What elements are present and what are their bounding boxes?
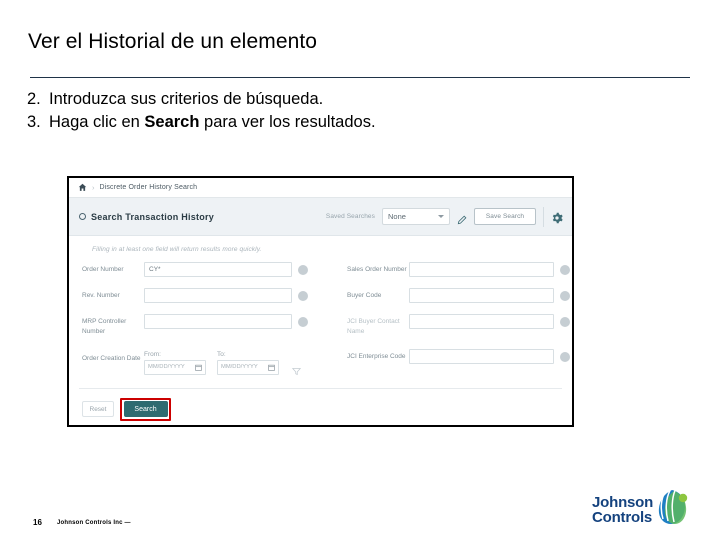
field-order-creation-date: Order Creation Date From: To: MM/DD/YYYY xyxy=(82,351,341,375)
app-screenshot: › Discrete Order History Search Search T… xyxy=(67,176,574,427)
date-range-inputs: MM/DD/YYYY MM/DD/YYYY xyxy=(144,359,302,375)
field-label: Order Number xyxy=(82,266,124,273)
list-item: 3. Haga clic en Search para ver los resu… xyxy=(27,111,487,134)
field-mrp-controller-number: MRP Controller Number xyxy=(82,314,341,337)
form-actions: Reset Search xyxy=(69,389,572,421)
field-picker-icon[interactable] xyxy=(560,265,570,275)
jci-buyer-contact-name-input[interactable] xyxy=(409,314,554,329)
johnson-controls-logo: Johnson Controls xyxy=(592,489,692,531)
gear-icon[interactable] xyxy=(551,211,563,223)
field-sales-order-number: Sales Order Number xyxy=(347,262,571,279)
save-search-button[interactable]: Save Search xyxy=(474,208,536,225)
field-label: MRP Controller Number xyxy=(82,318,127,335)
date-from-input[interactable]: MM/DD/YYYY xyxy=(144,359,206,375)
buyer-code-input[interactable] xyxy=(409,288,554,303)
app-toolbar: Search Transaction History Saved Searche… xyxy=(69,198,572,236)
logo-swirl-icon xyxy=(652,489,692,525)
logo-line-2: Controls xyxy=(592,509,653,527)
date-range: From: To: MM/DD/YYYY MM/DD/YYYY xyxy=(144,351,302,375)
saved-searches-select[interactable]: None xyxy=(382,208,450,225)
logo-wordmark: Johnson Controls xyxy=(592,495,653,526)
title-divider xyxy=(30,77,690,78)
toolbar-divider xyxy=(543,206,544,227)
form-column-right: Sales Order Number Buyer Code JCI Buyer … xyxy=(341,262,571,384)
sales-order-number-input[interactable] xyxy=(409,262,554,277)
search-button-highlight: Search xyxy=(120,397,171,421)
status-circle-icon xyxy=(79,213,86,220)
date-to-label: To: xyxy=(217,350,226,358)
list-item: 2. Introduzca sus criterios de búsqueda. xyxy=(27,88,487,111)
app-title: Search Transaction History xyxy=(91,211,215,222)
home-icon[interactable] xyxy=(78,183,87,192)
saved-searches-label: Saved Searches xyxy=(325,213,375,220)
saved-searches-value: None xyxy=(388,212,406,221)
instruction-list: 2. Introduzca sus criterios de búsqueda.… xyxy=(27,88,487,135)
breadcrumb-item[interactable]: Discrete Order History Search xyxy=(100,184,198,191)
date-to-placeholder: MM/DD/YYYY xyxy=(221,364,258,370)
field-rev-number: Rev. Number xyxy=(82,288,341,305)
field-label: Rev. Number xyxy=(82,292,120,299)
field-buyer-code: Buyer Code xyxy=(347,288,571,305)
date-range-headers: From: To: xyxy=(144,351,301,358)
field-picker-icon[interactable] xyxy=(560,317,570,327)
mrp-controller-number-input[interactable] xyxy=(144,314,292,329)
date-to-input[interactable]: MM/DD/YYYY xyxy=(217,359,279,375)
field-jci-enterprise-code: JCI Enterprise Code xyxy=(347,348,571,366)
calendar-icon[interactable] xyxy=(195,364,202,371)
pencil-icon[interactable] xyxy=(457,212,467,224)
field-picker-icon[interactable] xyxy=(298,317,308,327)
field-label: Sales Order Number xyxy=(347,266,407,273)
field-picker-icon[interactable] xyxy=(560,291,570,301)
list-item-text: Haga clic en Search para ver los resulta… xyxy=(49,113,376,132)
field-picker-icon[interactable] xyxy=(298,265,308,275)
field-picker-icon[interactable] xyxy=(560,351,570,362)
form-column-left: Order Number CY* Rev. Number MRP Control… xyxy=(69,262,341,384)
field-picker-icon[interactable] xyxy=(298,291,308,301)
breadcrumb-separator: › xyxy=(92,183,95,192)
toolbar-left: Search Transaction History xyxy=(79,212,326,222)
jci-enterprise-code-input[interactable] xyxy=(409,348,554,364)
rev-number-input[interactable] xyxy=(144,288,292,303)
footer-company: Johnson Controls Inc — xyxy=(57,520,131,526)
funnel-icon[interactable] xyxy=(291,363,302,375)
field-label: Order Creation Date xyxy=(82,354,141,362)
field-order-number: Order Number CY* xyxy=(82,262,341,279)
logo-line-1: Johnson xyxy=(592,494,654,511)
page-title: Ver el Historial de un elemento xyxy=(28,30,318,53)
order-number-input[interactable]: CY* xyxy=(144,262,292,277)
chevron-down-icon xyxy=(438,215,444,218)
inline-emphasis: Search xyxy=(144,113,200,132)
search-form: Order Number CY* Rev. Number MRP Control… xyxy=(69,253,572,384)
list-item-number: 2. xyxy=(27,90,41,108)
form-hint: Filling in at least one field will retur… xyxy=(92,246,262,253)
toolbar-right: Saved Searches None Save Search xyxy=(325,206,563,227)
reset-button[interactable]: Reset xyxy=(82,401,114,417)
date-from-placeholder: MM/DD/YYYY xyxy=(148,364,185,370)
field-jci-buyer-contact-name: JCI Buyer Contact Name xyxy=(347,314,571,337)
field-label: JCI Enterprise Code xyxy=(347,352,406,360)
page-number: 16 xyxy=(33,518,42,527)
list-item-text: Introduzca sus criterios de búsqueda. xyxy=(49,90,324,108)
field-label: Buyer Code xyxy=(347,292,382,299)
breadcrumb: › Discrete Order History Search xyxy=(69,178,572,198)
date-from-label: From: xyxy=(144,350,161,358)
list-item-number: 3. xyxy=(27,113,41,132)
search-button[interactable]: Search xyxy=(123,401,168,417)
field-label: JCI Buyer Contact Name xyxy=(347,318,400,335)
calendar-icon[interactable] xyxy=(268,364,275,371)
